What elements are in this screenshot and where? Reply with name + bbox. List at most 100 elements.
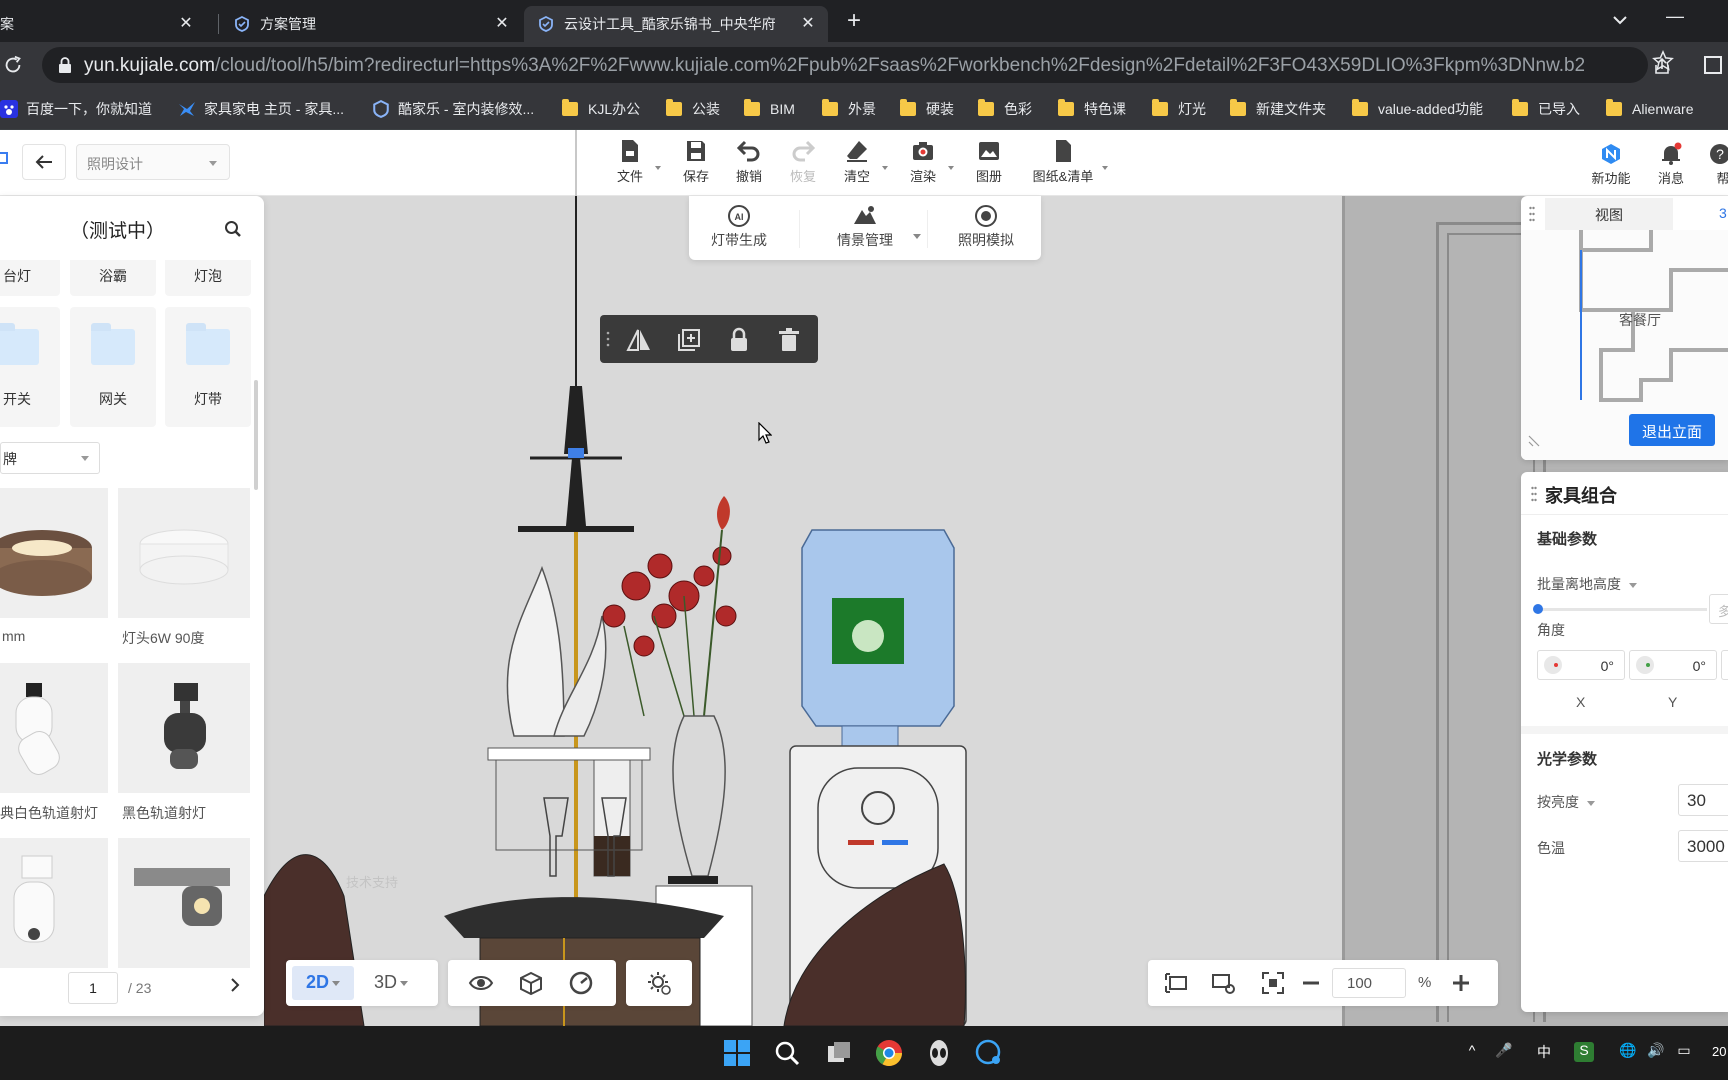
chevron-down-icon[interactable]: [1608, 8, 1632, 32]
bookmark-folder[interactable]: 特色课: [1058, 98, 1126, 120]
undo-button[interactable]: 撤销: [722, 138, 776, 190]
browser-tab-0[interactable]: 案 ✕: [0, 6, 206, 42]
task-view-icon[interactable]: [824, 1038, 854, 1068]
cube-icon[interactable]: [518, 970, 544, 996]
bookmark-baidu[interactable]: 百度一下，你就知道: [0, 98, 152, 120]
angle-y-input[interactable]: 0°: [1629, 650, 1717, 680]
scene-manage-button[interactable]: 情景管理: [823, 204, 921, 250]
bookmark-folder[interactable]: 外景: [822, 98, 876, 120]
zoom-input[interactable]: 100: [1332, 968, 1406, 998]
minimize-icon[interactable]: —: [1666, 6, 1684, 27]
angle-z-input[interactable]: [1721, 650, 1728, 680]
close-icon[interactable]: ✕: [176, 14, 196, 34]
chevron-right-icon[interactable]: [228, 978, 242, 992]
new-tab-button[interactable]: +: [840, 8, 868, 36]
tab-3d[interactable]: 3: [1719, 205, 1727, 221]
category-desk-lamp[interactable]: 台灯: [0, 260, 60, 296]
bookmark-folder[interactable]: 新建文件夹: [1230, 98, 1326, 120]
file-button[interactable]: 文件: [603, 138, 661, 190]
focus-frame-icon[interactable]: [1260, 970, 1286, 996]
drag-handle-icon[interactable]: [1531, 486, 1537, 502]
new-feature-button[interactable]: 新功能: [1588, 138, 1634, 187]
bookmark-folder[interactable]: Alienware: [1606, 98, 1693, 120]
gauge-icon[interactable]: [568, 970, 594, 996]
save-button[interactable]: 保存: [669, 138, 723, 190]
height-input[interactable]: 多: [1709, 594, 1728, 624]
category-light-strip[interactable]: 灯带: [165, 307, 251, 427]
antivirus-icon[interactable]: S: [1574, 1042, 1594, 1062]
product-card[interactable]: 灯头6W 90度: [118, 488, 250, 646]
chat-app-icon[interactable]: [974, 1038, 1004, 1068]
product-card[interactable]: 典白色轨道射灯: [0, 663, 108, 821]
angle-x-input[interactable]: 0°: [1537, 650, 1625, 680]
redo-button[interactable]: 恢复: [776, 138, 830, 190]
zoom-out-icon[interactable]: [1298, 970, 1324, 996]
network-icon[interactable]: 🌐: [1618, 1042, 1638, 1062]
star-icon[interactable]: [1652, 50, 1674, 72]
search-icon[interactable]: [224, 220, 242, 238]
bookmark-folder[interactable]: 硬装: [900, 98, 954, 120]
windows-start-icon[interactable]: [722, 1038, 752, 1068]
clear-button[interactable]: 清空: [830, 138, 888, 190]
page-number-input[interactable]: 1: [68, 972, 118, 1004]
panel-scrollbar[interactable]: [254, 380, 258, 490]
lock-icon[interactable]: [726, 327, 752, 353]
brand-filter-select[interactable]: 牌: [0, 442, 100, 474]
view-settings-icon[interactable]: [1210, 970, 1236, 996]
microphone-icon[interactable]: 🎤: [1494, 1042, 1514, 1062]
side-panel-icon[interactable]: [1704, 56, 1722, 74]
zoom-in-icon[interactable]: [1448, 970, 1474, 996]
chevron-up-icon[interactable]: ^: [1462, 1042, 1482, 1062]
product-card[interactable]: mm: [0, 488, 108, 644]
view-3d-button[interactable]: 3D: [374, 972, 409, 993]
ime-indicator-icon[interactable]: 中: [1534, 1042, 1554, 1062]
category-gateway[interactable]: 网关: [70, 307, 156, 427]
bookmark-folder[interactable]: KJL办公: [562, 98, 640, 120]
bookmark-folder[interactable]: value-added功能: [1352, 98, 1483, 120]
back-button[interactable]: [22, 144, 66, 180]
bookmark-folder[interactable]: 已导入: [1512, 98, 1580, 120]
bookmark-folder[interactable]: 色彩: [978, 98, 1032, 120]
mirror-icon[interactable]: [626, 327, 652, 353]
browser-tab-2[interactable]: 云设计工具_酷家乐锦书_中央华府 ✕: [524, 6, 828, 42]
address-bar[interactable]: yun.kujiale.com/cloud/tool/h5/bim?redire…: [42, 47, 1669, 83]
bookmark-folder[interactable]: 公装: [666, 98, 720, 120]
color-temp-input[interactable]: 3000: [1678, 830, 1728, 862]
light-simulation-button[interactable]: 照明模拟: [951, 204, 1021, 250]
design-canvas[interactable]: 技术支持 AI 灯带生成 情景管理 照明模拟 （测试中） 台灯 浴霸 灯泡 开关…: [0, 196, 1728, 1026]
album-button[interactable]: 图册: [962, 138, 1016, 190]
slider-knob[interactable]: [1533, 604, 1543, 614]
exit-elevation-button[interactable]: 退出立面: [1629, 414, 1715, 446]
bookmark-folder[interactable]: 灯光: [1152, 98, 1206, 120]
eye-icon[interactable]: [468, 970, 494, 996]
category-bulb[interactable]: 灯泡: [165, 260, 251, 296]
tab-view[interactable]: 视图: [1545, 198, 1673, 230]
sun-settings-icon[interactable]: [646, 970, 672, 996]
copy-icon[interactable]: [676, 327, 702, 353]
product-card[interactable]: 黑色轨道射灯: [118, 663, 250, 821]
bookmark-furniture[interactable]: 家具家电 主页 - 家具...: [178, 98, 344, 120]
volume-icon[interactable]: 🔊: [1646, 1042, 1666, 1062]
ai-lightstrip-button[interactable]: AI 灯带生成: [707, 204, 771, 250]
fit-view-icon[interactable]: [1164, 970, 1190, 996]
category-switch[interactable]: 开关: [0, 307, 60, 427]
browser-tab-1[interactable]: 方案管理 ✕: [220, 6, 522, 42]
brightness-input[interactable]: 30: [1678, 784, 1728, 816]
search-icon[interactable]: [772, 1038, 802, 1068]
drawings-list-button[interactable]: 图纸&清单: [1026, 138, 1108, 190]
help-button[interactable]: ? 帮: [1708, 138, 1728, 187]
alienware-icon[interactable]: [924, 1038, 954, 1068]
trash-icon[interactable]: [776, 327, 802, 353]
category-bath-heater[interactable]: 浴霸: [70, 260, 156, 296]
brightness-label[interactable]: 按亮度: [1537, 792, 1595, 812]
chrome-icon[interactable]: [874, 1038, 904, 1068]
close-icon[interactable]: ✕: [492, 14, 512, 34]
messages-button[interactable]: 消息: [1654, 138, 1688, 187]
height-label[interactable]: 批量离地高度: [1537, 574, 1637, 594]
reload-icon[interactable]: [2, 54, 24, 76]
close-icon[interactable]: ✕: [798, 14, 818, 34]
render-button[interactable]: 渲染: [896, 138, 954, 190]
battery-icon[interactable]: ▭: [1674, 1042, 1694, 1062]
design-mode-select[interactable]: 照明设计: [76, 144, 230, 180]
view-2d-button[interactable]: 2D: [292, 966, 354, 1000]
